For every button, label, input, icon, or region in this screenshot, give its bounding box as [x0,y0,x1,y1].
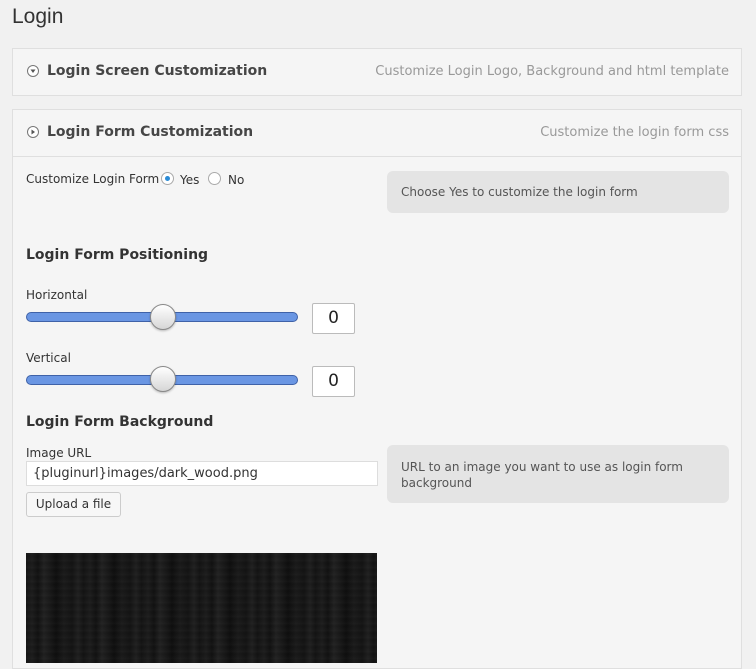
background-preview-image [26,553,377,663]
panel-description: Customize the login form css [540,125,729,140]
positioning-heading: Login Form Positioning [26,247,209,263]
vertical-label: Vertical [26,351,71,365]
customize-form-label: Customize Login Form [26,172,160,186]
horizontal-label: Horizontal [26,288,88,302]
panel-title: Login Screen Customization [47,63,268,79]
page-title: Login [12,5,64,28]
background-heading: Login Form Background [26,414,214,430]
radio-yes[interactable] [161,172,174,185]
panel-header-login-screen[interactable]: Login Screen Customization Customize Log… [13,49,741,95]
horizontal-slider-handle[interactable] [150,304,176,330]
panel-header-login-form[interactable]: Login Form Customization Customize the l… [13,110,741,156]
panel-title: Login Form Customization [47,124,254,140]
vertical-slider-handle[interactable] [150,366,176,392]
radio-no[interactable] [208,172,221,185]
chevron-down-icon[interactable] [27,65,39,77]
vertical-value-input[interactable]: 0 [312,366,355,397]
image-url-input[interactable]: {pluginurl}images/dark_wood.png [26,461,378,486]
radio-yes-label[interactable]: Yes [180,173,199,187]
upload-file-button[interactable]: Upload a file [26,492,121,517]
panel-description: Customize Login Logo, Background and htm… [375,64,729,79]
chevron-right-icon[interactable] [27,126,39,138]
image-url-label: Image URL [26,446,92,460]
radio-no-label[interactable]: No [228,173,244,187]
customize-form-help: Choose Yes to customize the login form [387,171,729,213]
panel-login-screen: Login Screen Customization Customize Log… [12,48,742,96]
image-url-help: URL to an image you want to use as login… [387,445,729,503]
horizontal-value-input[interactable]: 0 [312,303,355,334]
panel-body [13,156,741,157]
